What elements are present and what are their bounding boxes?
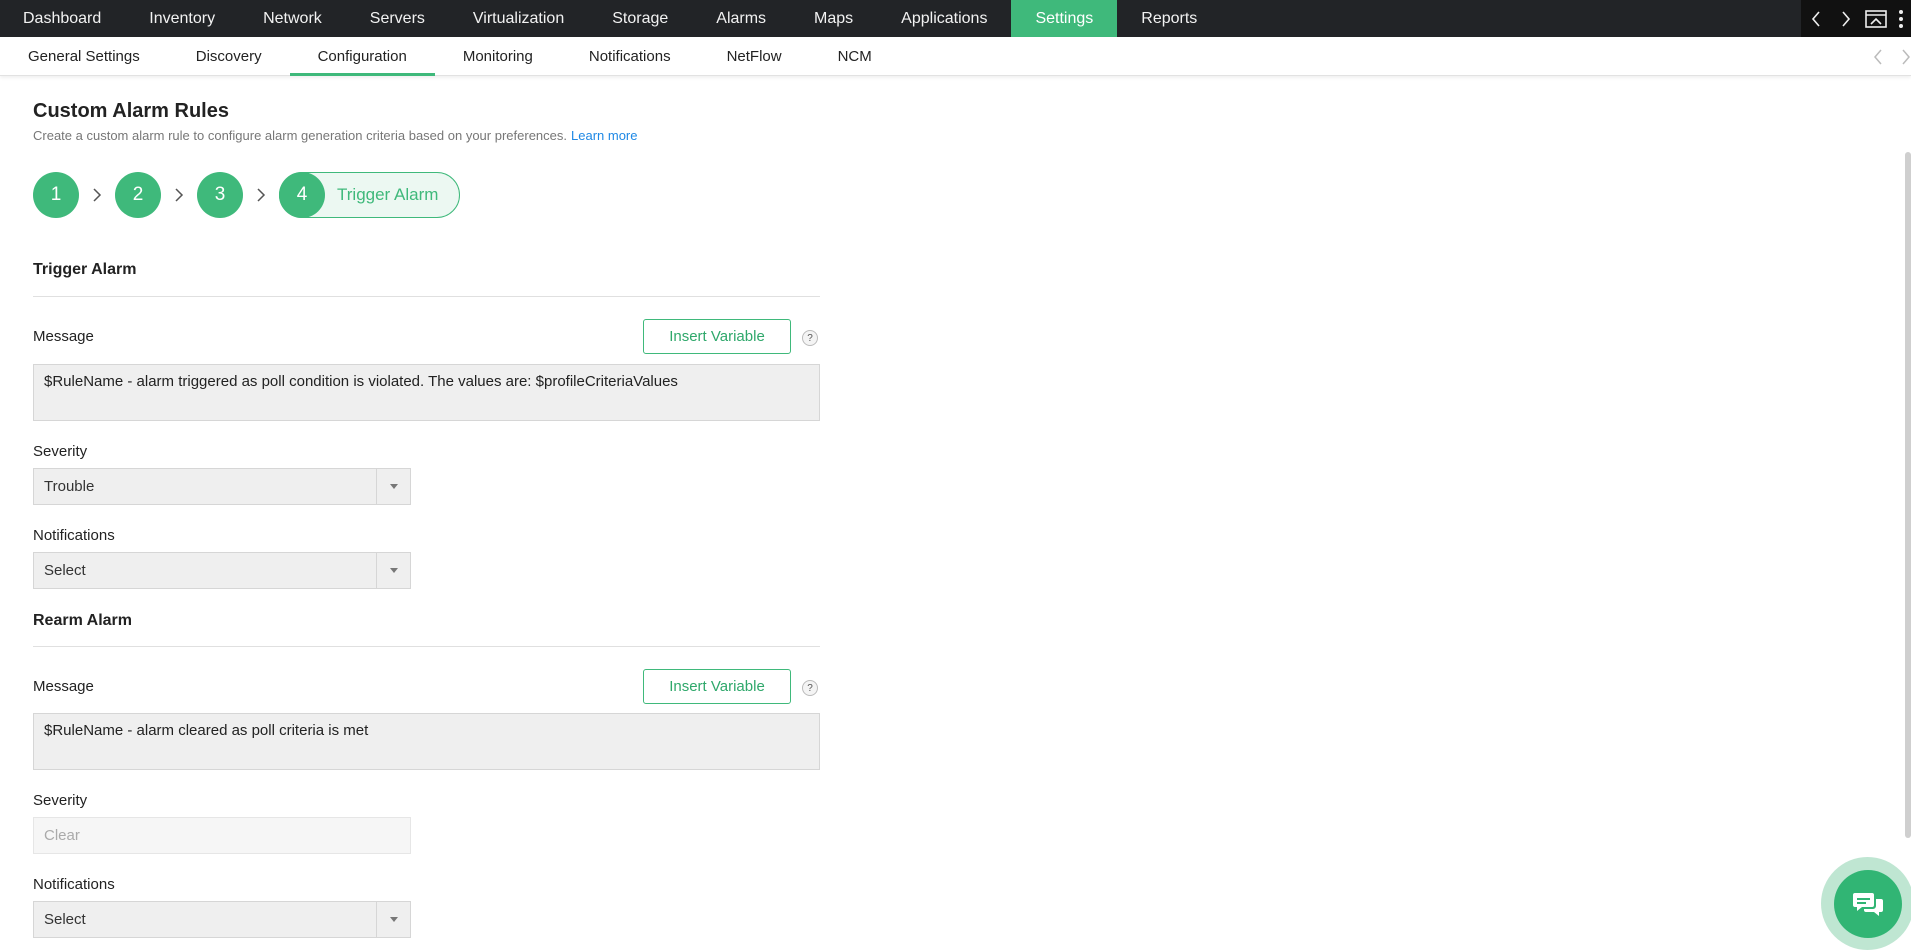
- step-3[interactable]: 3: [197, 172, 243, 218]
- trigger-insert-variable-button[interactable]: Insert Variable: [643, 319, 791, 354]
- more-vertical-icon[interactable]: [1891, 0, 1911, 37]
- chevron-right-icon: [79, 172, 115, 218]
- tab-discovery[interactable]: Discovery: [168, 37, 290, 75]
- rearm-notifications-value: Select: [44, 911, 86, 928]
- trigger-section-title: Trigger Alarm: [33, 261, 137, 278]
- tab-netflow[interactable]: NetFlow: [699, 37, 810, 75]
- trigger-notifications-select[interactable]: Select: [33, 552, 411, 589]
- nav-maps[interactable]: Maps: [790, 0, 877, 37]
- trigger-notifications-label: Notifications: [33, 527, 115, 544]
- top-nav-tools: [1801, 0, 1911, 37]
- step-4: 4: [279, 172, 325, 218]
- page-title: Custom Alarm Rules: [33, 100, 229, 122]
- trigger-divider: [33, 296, 820, 297]
- trigger-severity-label: Severity: [33, 443, 88, 460]
- page-description: Create a custom alarm rule to configure …: [33, 128, 637, 143]
- step-1[interactable]: 1: [33, 172, 79, 218]
- nav-inventory[interactable]: Inventory: [125, 0, 239, 37]
- caret-down-icon: [376, 902, 410, 937]
- wizard-steps: 1 2 3 4 Trigger Alarm: [33, 172, 460, 218]
- help-icon[interactable]: ?: [802, 680, 818, 696]
- caret-down-icon: [376, 469, 410, 504]
- help-icon[interactable]: ?: [802, 330, 818, 346]
- nav-virtualization[interactable]: Virtualization: [449, 0, 588, 37]
- sub-navigation: General Settings Discovery Configuration…: [0, 37, 1911, 76]
- rearm-message-field[interactable]: $RuleName - alarm cleared as poll criter…: [33, 713, 820, 770]
- tab-ncm[interactable]: NCM: [810, 37, 900, 75]
- tab-monitoring[interactable]: Monitoring: [435, 37, 561, 75]
- nav-alarms[interactable]: Alarms: [692, 0, 790, 37]
- nav-dashboard[interactable]: Dashboard: [0, 0, 125, 37]
- trigger-notifications-value: Select: [44, 562, 86, 579]
- rearm-severity-select: Clear: [33, 817, 411, 854]
- step-4-current[interactable]: 4 Trigger Alarm: [279, 172, 460, 218]
- step-2[interactable]: 2: [115, 172, 161, 218]
- rearm-severity-value: Clear: [44, 827, 80, 844]
- rearm-severity-label: Severity: [33, 792, 88, 809]
- scroll-right-icon[interactable]: [1901, 37, 1911, 76]
- subnav-scroll-arrows: [1869, 37, 1911, 76]
- chevron-right-icon[interactable]: [1831, 0, 1861, 37]
- chat-button[interactable]: [1821, 857, 1911, 950]
- rearm-notifications-select[interactable]: Select: [33, 901, 411, 938]
- chevron-right-icon: [161, 172, 197, 218]
- nav-reports[interactable]: Reports: [1117, 0, 1221, 37]
- page-description-text: Create a custom alarm rule to configure …: [33, 128, 567, 143]
- chevron-left-icon[interactable]: [1801, 0, 1831, 37]
- trigger-severity-value: Trouble: [44, 478, 95, 495]
- caret-down-icon: [376, 553, 410, 588]
- top-navigation: Dashboard Inventory Network Servers Virt…: [0, 0, 1911, 37]
- trigger-message-label: Message: [33, 328, 94, 345]
- rearm-notifications-label: Notifications: [33, 876, 115, 893]
- step-4-label: Trigger Alarm: [337, 185, 439, 204]
- page-scrollbar[interactable]: [1905, 152, 1911, 838]
- rearm-insert-variable-button[interactable]: Insert Variable: [643, 669, 791, 704]
- tab-general-settings[interactable]: General Settings: [0, 37, 168, 75]
- nav-applications[interactable]: Applications: [877, 0, 1011, 37]
- nav-settings[interactable]: Settings: [1011, 0, 1118, 37]
- trigger-message-field[interactable]: $RuleName - alarm triggered as poll cond…: [33, 364, 820, 421]
- scroll-left-icon[interactable]: [1869, 37, 1887, 76]
- learn-more-link[interactable]: Learn more: [571, 128, 637, 143]
- chevron-right-icon: [243, 172, 279, 218]
- rearm-message-label: Message: [33, 678, 94, 695]
- window-icon[interactable]: [1861, 0, 1891, 37]
- rearm-divider: [33, 646, 820, 647]
- tab-notifications[interactable]: Notifications: [561, 37, 699, 75]
- nav-servers[interactable]: Servers: [346, 0, 449, 37]
- tab-configuration[interactable]: Configuration: [289, 37, 436, 76]
- trigger-severity-select[interactable]: Trouble: [33, 468, 411, 505]
- rearm-section-title: Rearm Alarm: [33, 612, 133, 629]
- chat-icon: [1833, 869, 1902, 938]
- nav-storage[interactable]: Storage: [588, 0, 692, 37]
- nav-network[interactable]: Network: [239, 0, 346, 37]
